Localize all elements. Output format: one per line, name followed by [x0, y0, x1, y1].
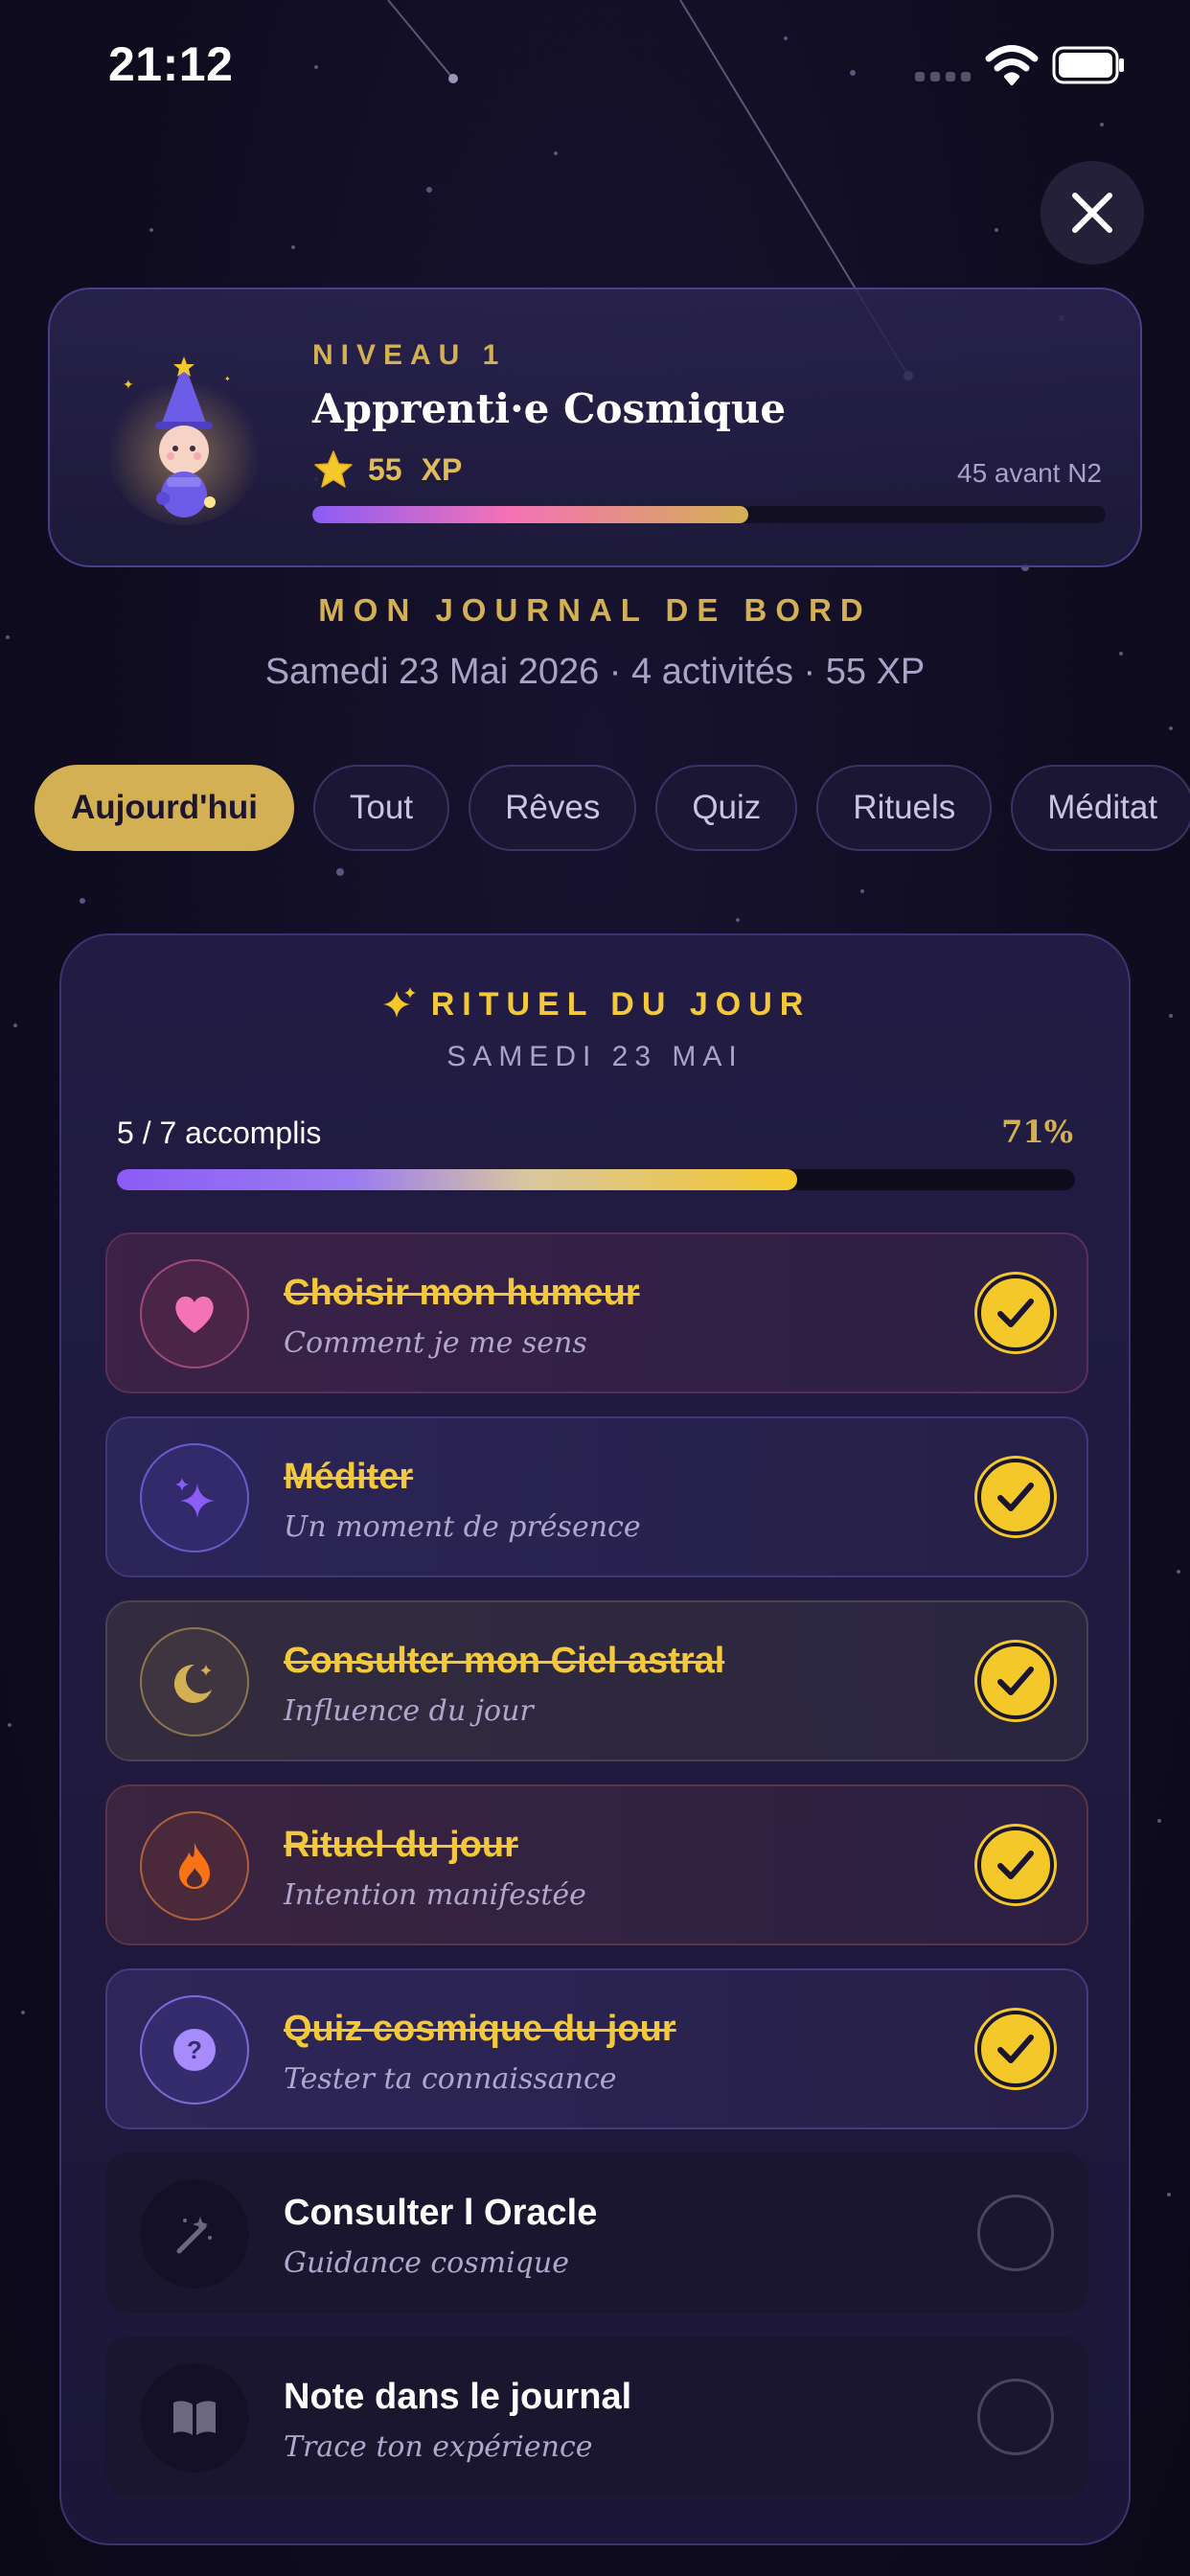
task-title: Quiz cosmique du jour — [284, 2009, 676, 2049]
tab-all[interactable]: Tout — [312, 765, 450, 851]
tab-today[interactable]: Aujourd'hui — [34, 765, 294, 851]
task-checkbox[interactable] — [977, 1827, 1054, 1903]
task-icon-wrap — [140, 1811, 249, 1920]
xp-unit: XP — [421, 451, 463, 487]
task-astral-sky[interactable]: Consulter mon Ciel astral Influence du j… — [105, 1600, 1088, 1761]
signal-icon — [915, 72, 971, 81]
svg-text:✦: ✦ — [123, 377, 134, 392]
check-icon — [997, 1299, 1034, 1327]
level-title: Apprenti·e Cosmique — [312, 385, 787, 432]
star-icon — [314, 450, 353, 488]
task-meditate[interactable]: Méditer Un moment de présence — [105, 1416, 1088, 1577]
ritual-progress-track — [117, 1169, 1075, 1190]
ritual-date: SAMEDI 23 MAI — [446, 1041, 744, 1072]
status-time: 21:12 — [108, 37, 234, 91]
sparkles-icon — [175, 1478, 215, 1518]
xp-value: 55 — [368, 451, 402, 487]
task-cosmic-quiz[interactable]: ? Quiz cosmique du jour Tester ta connai… — [105, 1968, 1088, 2129]
task-subtitle: Guidance cosmique — [284, 2246, 569, 2280]
task-checkbox[interactable] — [977, 1275, 1054, 1351]
task-title: Note dans le journal — [284, 2377, 632, 2417]
task-icon-wrap — [140, 1259, 249, 1368]
daily-ritual-card: RITUEL DU JOUR SAMEDI 23 MAI 5 / 7 accom… — [59, 933, 1131, 2545]
tab-meditations[interactable]: Méditat — [1011, 765, 1190, 851]
task-checkbox[interactable] — [977, 2011, 1054, 2087]
next-level-text: 45 avant N2 — [957, 458, 1102, 488]
task-icon-wrap — [140, 1443, 249, 1552]
status-bar: 21:12 — [0, 0, 1190, 129]
progress-percent: 71% — [1001, 1114, 1073, 1150]
task-subtitle: Tester ta connaissance — [284, 2062, 617, 2096]
level-label: NIVEAU 1 — [312, 339, 507, 371]
xp-progress-track — [312, 506, 1106, 523]
xp-row: 55 XP — [312, 448, 462, 491]
wifi-icon — [985, 45, 1039, 85]
task-title: Méditer — [284, 1457, 414, 1497]
task-title: Consulter l Oracle — [284, 2193, 598, 2233]
check-icon — [997, 2035, 1034, 2063]
task-title: Consulter mon Ciel astral — [284, 1641, 725, 1681]
xp-progress-fill — [312, 506, 749, 523]
task-subtitle: Un moment de présence — [284, 1510, 641, 1544]
task-subtitle: Intention manifestée — [284, 1878, 586, 1912]
question-icon: ? — [173, 2029, 216, 2071]
filter-tabs: Aujourd'hui Tout Rêves Quiz Rituels Médi… — [34, 765, 1190, 851]
task-checkbox[interactable] — [977, 2379, 1054, 2455]
task-journal-note[interactable]: Note dans le journal Trace ton expérienc… — [105, 2336, 1088, 2497]
task-icon-wrap — [140, 2179, 249, 2288]
flame-icon — [179, 1843, 210, 1889]
check-icon — [997, 1667, 1034, 1695]
tab-quiz[interactable]: Quiz — [655, 765, 798, 851]
task-oracle[interactable]: Consulter l Oracle Guidance cosmique — [105, 2152, 1088, 2313]
close-button[interactable] — [1041, 161, 1144, 264]
ritual-progress-fill — [117, 1169, 797, 1190]
check-icon — [997, 1851, 1034, 1879]
task-subtitle: Comment je me sens — [284, 1326, 587, 1360]
tab-dreams[interactable]: Rêves — [469, 765, 637, 851]
close-icon — [1072, 193, 1112, 233]
task-daily-ritual[interactable]: Rituel du jour Intention manifestée — [105, 1784, 1088, 1945]
ritual-title: RITUEL DU JOUR — [430, 985, 812, 1023]
tab-rituals[interactable]: Rituels — [816, 765, 993, 851]
task-title: Choisir mon humeur — [284, 1273, 640, 1313]
journal-subtitle: Samedi 23 Mai 2026 · 4 activités · 55 XP — [264, 652, 926, 692]
progress-label: 5 / 7 accomplis — [117, 1116, 322, 1150]
wand-icon — [176, 2217, 212, 2254]
task-mood[interactable]: Choisir mon humeur Comment je me sens — [105, 1232, 1088, 1393]
svg-text:✦: ✦ — [224, 375, 231, 383]
heart-icon — [175, 1296, 214, 1333]
svg-text:?: ? — [187, 2036, 202, 2064]
level-card: ✦ ✦ NIVEAU 1 Apprenti·e Cosmique 55 XP 4… — [48, 288, 1142, 567]
task-icon-wrap: ? — [140, 1995, 249, 2104]
task-checkbox[interactable] — [977, 2195, 1054, 2271]
wizard-avatar: ✦ ✦ — [107, 356, 261, 525]
check-icon — [997, 1483, 1034, 1511]
task-checkbox[interactable] — [977, 1459, 1054, 1535]
task-subtitle: Influence du jour — [284, 1694, 534, 1728]
sparkle-icon — [382, 987, 416, 1018]
ritual-header: RITUEL DU JOUR — [61, 985, 1129, 1024]
moon-icon — [173, 1664, 212, 1703]
task-icon-wrap — [140, 2363, 249, 2472]
journal-title: MON JOURNAL DE BORD — [318, 592, 872, 628]
task-checkbox[interactable] — [977, 1643, 1054, 1719]
task-title: Rituel du jour — [284, 1825, 518, 1865]
book-icon — [173, 2401, 216, 2435]
task-subtitle: Trace ton expérience — [284, 2430, 593, 2464]
task-icon-wrap — [140, 1627, 249, 1736]
battery-icon — [1052, 46, 1124, 84]
